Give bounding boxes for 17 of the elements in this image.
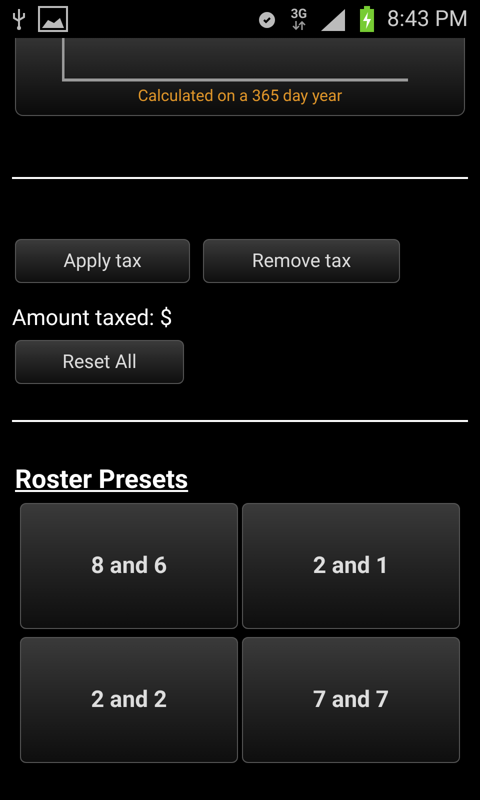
data-arrows-icon	[292, 21, 306, 30]
preset-button[interactable]: 7 and 7	[242, 637, 460, 763]
image-icon	[38, 6, 68, 32]
usb-icon	[12, 7, 26, 31]
battery-charging-icon	[359, 6, 376, 32]
preset-button[interactable]: 2 and 1	[242, 503, 460, 629]
clock-time: 8:43 PM	[387, 6, 468, 34]
calculation-note: Calculated on a 365 day year	[138, 85, 342, 107]
preset-button[interactable]: 2 and 2	[20, 637, 238, 763]
amount-taxed-label: Amount taxed: $	[12, 305, 174, 333]
preset-button[interactable]: 8 and 6	[20, 503, 238, 629]
tax-button[interactable]: Remove tax	[203, 239, 400, 283]
network-type: 3G	[290, 8, 308, 21]
signal-icon	[319, 7, 348, 31]
reset-all-button[interactable]: Reset All	[15, 340, 184, 384]
section-heading: Roster Presets	[15, 464, 188, 497]
tax-button[interactable]: Apply tax	[15, 239, 190, 283]
